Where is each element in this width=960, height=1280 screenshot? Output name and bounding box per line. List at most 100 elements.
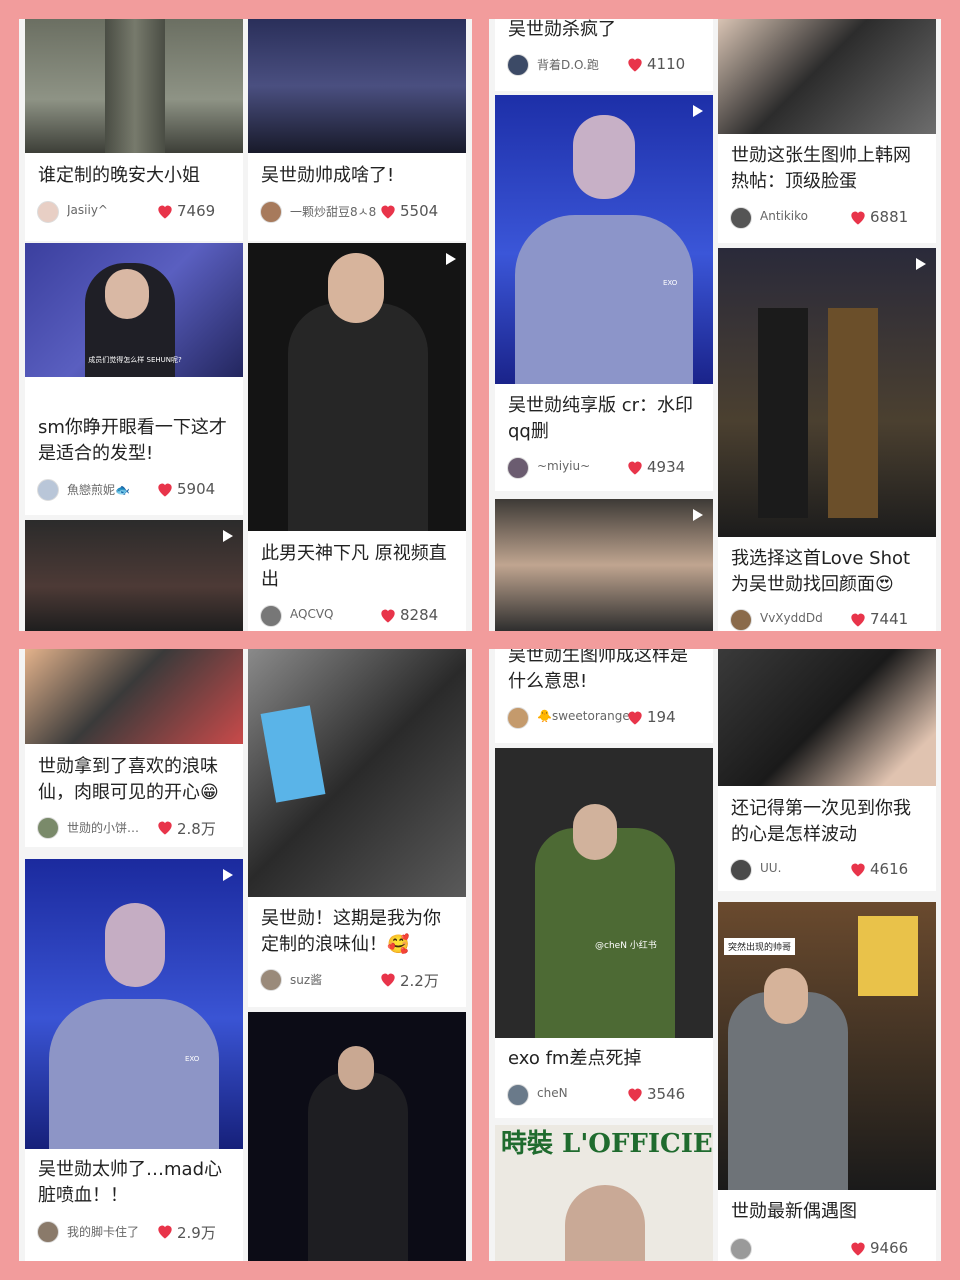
author-avatar bbox=[37, 201, 59, 223]
post-card[interactable]: 吴世勋生图帅成这样是什么意思! 🐥sweetorange 194 bbox=[495, 649, 713, 743]
heart-icon[interactable] bbox=[155, 817, 175, 837]
author-name: 魚戀煎妮🐟 bbox=[67, 483, 130, 497]
like-count: 4110 bbox=[647, 55, 686, 73]
post-image bbox=[495, 499, 713, 631]
post-title: 还记得第一次见到你我的心是怎样波动 bbox=[731, 798, 911, 845]
author-avatar bbox=[507, 707, 529, 729]
post-image bbox=[718, 248, 936, 537]
like-count: 4616 bbox=[870, 860, 909, 878]
heart-icon[interactable] bbox=[848, 609, 868, 629]
post-card[interactable]: 我选择这首Love Shot为吴世勋找回颜面😍 VvXyddDd 7441 bbox=[718, 248, 936, 631]
like-count: 5504 bbox=[400, 202, 439, 220]
post-image bbox=[25, 19, 243, 153]
author-avatar bbox=[730, 859, 752, 881]
post-card[interactable]: 吴世勋杀疯了 背着D.O.跑 4110 bbox=[495, 19, 713, 91]
heart-icon[interactable] bbox=[625, 707, 645, 727]
play-icon[interactable] bbox=[693, 105, 703, 117]
post-card[interactable]: EXO 吴世勋太帅了…mad心脏喷血！！ 我的脚卡住了 2.9万 bbox=[25, 859, 243, 1261]
post-image bbox=[25, 649, 243, 744]
post-image bbox=[248, 649, 466, 897]
post-card[interactable]: 吴世勋！这期是我为你定制的浪味仙！🥰 suz酱 2.2万 bbox=[248, 649, 466, 1007]
post-card[interactable]: 此男天神下凡 原视频直出 AQCVQ 8284 bbox=[248, 243, 466, 631]
heart-icon[interactable] bbox=[155, 201, 175, 221]
author-name: AQCVQ bbox=[290, 607, 334, 621]
play-icon[interactable] bbox=[223, 869, 233, 881]
post-image: 時裝 L'OFFICIEL bbox=[495, 1125, 713, 1261]
heart-icon[interactable] bbox=[848, 207, 868, 227]
heart-icon[interactable] bbox=[155, 1221, 175, 1241]
post-card[interactable] bbox=[248, 1012, 466, 1261]
post-image bbox=[248, 243, 466, 531]
image-caption: EXO bbox=[185, 1055, 200, 1063]
post-card[interactable]: 还记得第一次见到你我的心是怎样波动 UU. 4616 bbox=[718, 649, 936, 891]
author-avatar bbox=[37, 479, 59, 501]
post-title: 世勋拿到了喜欢的浪味仙，肉眼可见的开心😁 bbox=[38, 756, 219, 803]
post-card[interactable]: 谁定制的晚安大小姐 Jasiiy^ 7469 bbox=[25, 19, 243, 241]
panel-top-right: 吴世勋杀疯了 背着D.O.跑 4110 世勋这张生图帅上韩网热帖：顶级脸蛋 An… bbox=[489, 19, 941, 631]
like-count: 8284 bbox=[400, 606, 439, 624]
heart-icon[interactable] bbox=[378, 201, 398, 221]
heart-icon[interactable] bbox=[625, 457, 645, 477]
author-name: Antikiko bbox=[760, 209, 808, 223]
author-avatar bbox=[37, 1221, 59, 1243]
heart-icon[interactable] bbox=[378, 605, 398, 625]
post-title: 世勋最新偶遇图 bbox=[731, 1201, 857, 1222]
heart-icon[interactable] bbox=[155, 479, 175, 499]
post-image bbox=[248, 19, 466, 153]
post-card[interactable]: 突然出现的帅哥 世勋最新偶遇图 9466 bbox=[718, 902, 936, 1261]
post-image: EXO bbox=[25, 859, 243, 1149]
heart-icon[interactable] bbox=[848, 859, 868, 879]
heart-icon[interactable] bbox=[378, 969, 398, 989]
heart-icon[interactable] bbox=[625, 54, 645, 74]
post-title: exo fm差点死掉 bbox=[508, 1048, 642, 1069]
post-title: 吴世勋纯享版 cr：水印qq删 bbox=[508, 395, 694, 442]
post-title: 吴世勋杀疯了 bbox=[508, 19, 616, 40]
author-avatar bbox=[730, 1238, 752, 1260]
post-card[interactable]: EXO 吴世勋纯享版 cr：水印qq删 ~miyiu~ 4934 bbox=[495, 95, 713, 491]
post-card[interactable]: 時裝 L'OFFICIEL bbox=[495, 1125, 713, 1261]
like-count: 7441 bbox=[870, 610, 909, 628]
post-title: 吴世勋太帅了…mad心脏喷血！！ bbox=[38, 1159, 222, 1206]
post-card[interactable]: 吴世勋帅成啥了! 一颗炒甜豆8ㅅ8 5504 bbox=[248, 19, 466, 241]
post-card[interactable] bbox=[495, 499, 713, 631]
author-name: 我的脚卡住了 bbox=[67, 1225, 140, 1239]
post-card[interactable]: 世勋这张生图帅上韩网热帖：顶级脸蛋 Antikiko 6881 bbox=[718, 19, 936, 243]
image-caption: 成员们觉得怎么样 SEHUN呢? bbox=[88, 356, 182, 364]
post-title: 我选择这首Love Shot为吴世勋找回颜面😍 bbox=[731, 548, 911, 595]
author-name: UU. bbox=[760, 861, 782, 875]
author-name: 🐥sweetorange bbox=[537, 709, 630, 723]
post-title: sm你睁开眼看一下这才是适合的发型! bbox=[38, 417, 227, 464]
play-icon[interactable] bbox=[693, 509, 703, 521]
panel-bottom-left: 世勋拿到了喜欢的浪味仙，肉眼可见的开心😁 世勋的小饼… 2.8万 吴世勋！这期是… bbox=[19, 649, 472, 1261]
play-icon[interactable] bbox=[916, 258, 926, 270]
author-avatar bbox=[730, 207, 752, 229]
post-image: @cheN 小红书 bbox=[495, 748, 713, 1038]
like-count: 7469 bbox=[177, 202, 216, 220]
like-count: 194 bbox=[647, 708, 676, 726]
like-count: 6881 bbox=[870, 208, 909, 226]
author-avatar bbox=[260, 605, 282, 627]
like-count: 4934 bbox=[647, 458, 686, 476]
post-title: 吴世勋！这期是我为你定制的浪味仙！🥰 bbox=[261, 908, 441, 955]
author-name: 背着D.O.跑 bbox=[537, 58, 599, 72]
post-card[interactable]: 世勋拿到了喜欢的浪味仙，肉眼可见的开心😁 世勋的小饼… 2.8万 bbox=[25, 649, 243, 847]
image-caption: EXO bbox=[663, 279, 678, 287]
heart-icon[interactable] bbox=[848, 1238, 868, 1258]
post-title: 此男天神下凡 原视频直出 bbox=[261, 543, 447, 590]
author-name: 世勋的小饼… bbox=[67, 821, 140, 835]
play-icon[interactable] bbox=[223, 530, 233, 542]
heart-icon[interactable] bbox=[625, 1084, 645, 1104]
post-card[interactable]: @cheN 小红书 exo fm差点死掉 cheN 3546 bbox=[495, 748, 713, 1118]
watermark: @cheN 小红书 bbox=[595, 941, 657, 951]
post-title: 世勋这张生图帅上韩网热帖：顶级脸蛋 bbox=[731, 145, 911, 192]
like-count: 2.2万 bbox=[400, 972, 439, 990]
magazine-logo: 時裝 L'OFFICIEL bbox=[501, 1129, 713, 1159]
like-count: 2.9万 bbox=[177, 1224, 216, 1242]
author-avatar bbox=[730, 609, 752, 631]
like-count: 2.8万 bbox=[177, 820, 216, 838]
play-icon[interactable] bbox=[446, 253, 456, 265]
post-card[interactable]: 成员们觉得怎么样 SEHUN呢? sm你睁开眼看一下这才是适合的发型! 魚戀煎妮… bbox=[25, 243, 243, 515]
post-title: 谁定制的晚安大小姐 bbox=[38, 165, 200, 186]
author-name: cheN bbox=[537, 1086, 568, 1100]
post-card[interactable] bbox=[25, 520, 243, 631]
